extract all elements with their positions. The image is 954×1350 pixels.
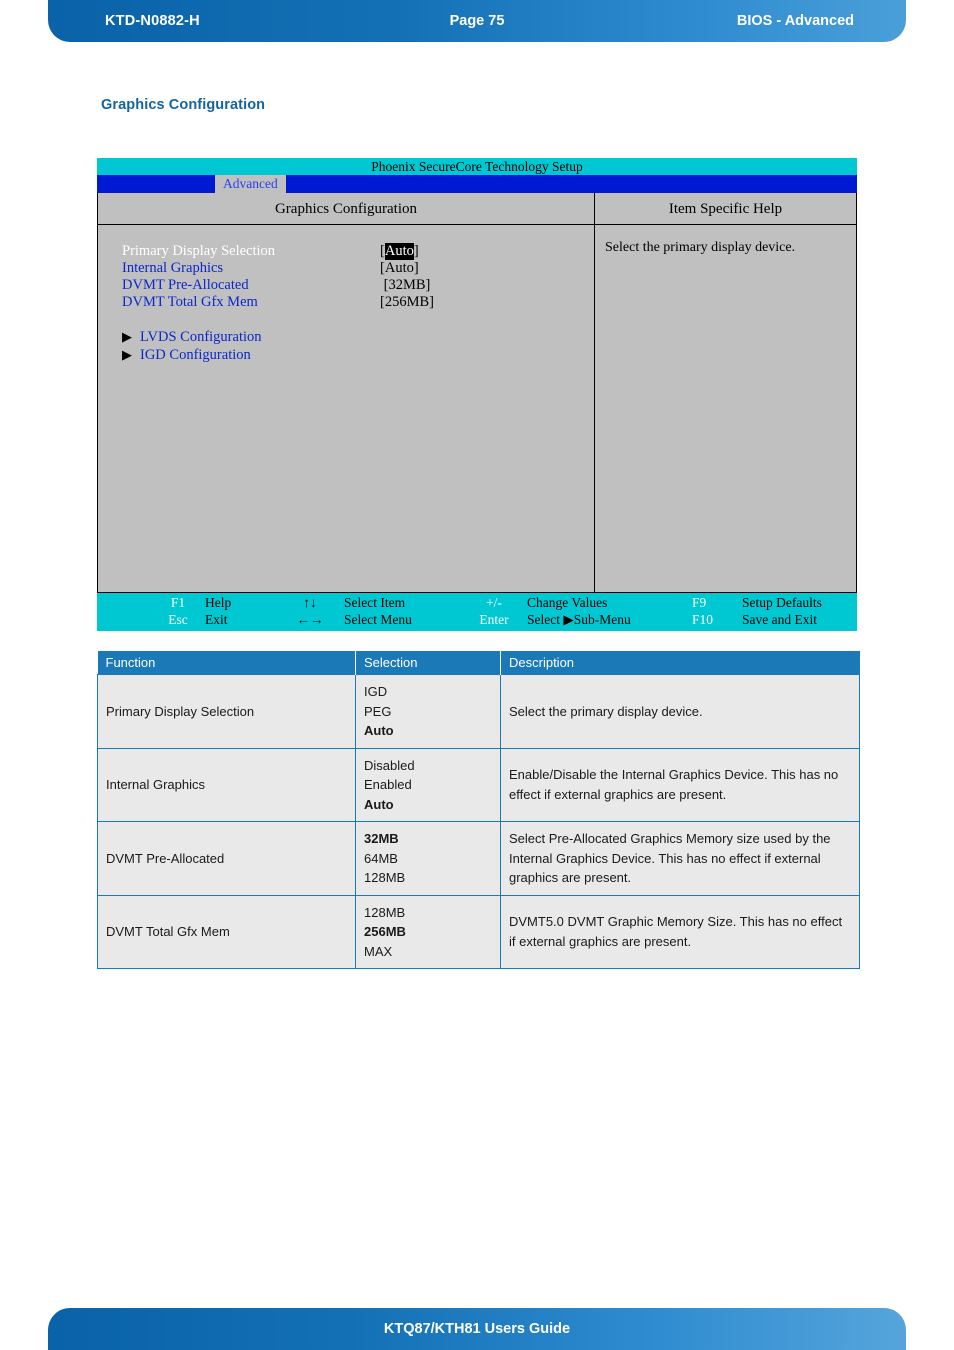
table-header-row: Function Selection Description — [97, 651, 860, 675]
settings-reference-table: Function Selection Description Primary D… — [97, 651, 860, 969]
footer-guide-title: KTQ87/KTH81 Users Guide — [383, 1321, 571, 1337]
bracket-close: ] — [429, 294, 435, 310]
page-header: KTD-N0882-H Page 75 BIOS - Advanced — [48, 0, 906, 42]
selection-option: 64MB — [364, 850, 398, 866]
page-footer: KTQ87/KTH81 Users Guide — [48, 1308, 906, 1350]
bios-setting-value[interactable]: 256MB — [385, 294, 429, 311]
bios-key-f9[interactable]: F9 — [692, 595, 732, 611]
bios-key-enter[interactable]: Enter — [469, 612, 519, 628]
bios-setting-label: DVMT Pre-Allocated — [122, 277, 249, 293]
bios-settings-pane: Graphics Configuration Primary Display S… — [98, 193, 595, 592]
bios-settings-list: Primary Display Selection [Auto] Internal… — [98, 225, 594, 365]
bios-tab-advanced[interactable]: Advanced — [215, 175, 286, 193]
bios-body: Graphics Configuration Primary Display S… — [97, 193, 857, 593]
column-header-function: Function — [97, 651, 356, 675]
bios-settings-header: Graphics Configuration — [98, 193, 594, 225]
bios-submenu-igd-configuration[interactable]: ▶ IGD Configuration — [122, 347, 594, 365]
table-row: DVMT Pre-Allocated 32MB 64MB 128MB Selec… — [97, 821, 860, 896]
bios-setting-label: DVMT Total Gfx Mem — [122, 294, 258, 310]
bios-title-bar: Phoenix SecureCore Technology Setup — [97, 158, 857, 175]
cell-description: Select Pre-Allocated Graphics Memory siz… — [500, 821, 860, 896]
selection-option: 128MB — [364, 870, 406, 885]
bios-function-key-bar: F1 Help ↑↓ Select Item +/- Change Values… — [97, 593, 857, 631]
cell-selection: IGD PEG Auto — [355, 674, 501, 749]
table-row: DVMT Total Gfx Mem 128MB 256MB MAX DVMT5… — [97, 894, 860, 969]
bios-setting-value[interactable]: 32MB — [388, 277, 425, 294]
bios-action-help: Help — [205, 595, 232, 610]
bios-key-esc[interactable]: Esc — [152, 612, 204, 628]
bios-action-change-values: Change Values — [527, 595, 608, 610]
cell-selection: Disabled Enabled Auto — [355, 747, 501, 822]
cell-description: DVMT5.0 DVMT Graphic Memory Size. This h… — [500, 894, 860, 969]
bios-action-select-submenu: Select ▶Sub-Menu — [527, 612, 631, 627]
triangle-right-icon: ▶ — [122, 347, 132, 362]
bios-setting-dvmt-total-gfx-mem[interactable]: DVMT Total Gfx Mem [256MB] — [122, 294, 594, 311]
selection-option-default: Auto — [364, 723, 394, 738]
bios-submenu-label: LVDS Configuration — [140, 329, 262, 345]
selection-option: Enabled — [364, 777, 412, 792]
bios-submenu-lvds-configuration[interactable]: ▶ LVDS Configuration — [122, 329, 594, 347]
table-row: Internal Graphics Disabled Enabled Auto … — [97, 747, 860, 822]
bios-action-select-menu: Select Menu — [344, 612, 412, 627]
bios-setting-label: Primary Display Selection — [122, 243, 276, 259]
bios-setting-value[interactable]: Auto — [385, 260, 414, 277]
bios-setting-internal-graphics[interactable]: Internal Graphics [Auto] — [122, 260, 594, 277]
cell-description: Enable/Disable the Internal Graphics Dev… — [500, 747, 860, 822]
cell-description: Select the primary display device. — [500, 674, 860, 749]
cell-selection: 128MB 256MB MAX — [355, 894, 501, 969]
arrow-up-down-icon: ↑↓ — [303, 595, 317, 610]
header-section-title: BIOS - Advanced — [736, 13, 854, 29]
column-header-description: Description — [500, 651, 860, 675]
bios-key-plus-minus[interactable]: +/- — [469, 595, 519, 611]
bios-menu-bar: Advanced — [97, 175, 857, 193]
table-body: Primary Display Selection IGD PEG Auto S… — [97, 674, 860, 969]
bios-submenu-list: ▶ LVDS Configuration ▶ IGD Configuration — [122, 329, 594, 365]
bios-action-select-item: Select Item — [344, 595, 406, 610]
bracket-close: ] — [413, 260, 419, 276]
column-header-selection: Selection — [355, 651, 501, 675]
bios-action-exit: Exit — [205, 612, 228, 627]
table-row: Primary Display Selection IGD PEG Auto S… — [97, 674, 860, 749]
bios-action-setup-defaults: Setup Defaults — [742, 595, 822, 610]
bios-setup-screenshot: Phoenix SecureCore Technology Setup Adva… — [97, 158, 857, 631]
bios-setting-value[interactable]: Auto — [384, 243, 414, 260]
bios-setting-label: Internal Graphics — [122, 260, 224, 276]
selection-option: IGD — [364, 684, 388, 699]
bios-help-text: Select the primary display device. — [605, 240, 796, 255]
bios-setting-dvmt-pre-allocated[interactable]: DVMT Pre-Allocated [32MB] — [122, 277, 594, 294]
bios-key-f10[interactable]: F10 — [692, 612, 732, 628]
bios-key-f1[interactable]: F1 — [152, 595, 204, 611]
cell-selection: 32MB 64MB 128MB — [355, 821, 501, 896]
selection-option-default: 32MB — [364, 831, 399, 846]
bios-action-save-and-exit: Save and Exit — [742, 612, 817, 627]
bios-submenu-label: IGD Configuration — [140, 347, 251, 363]
bios-setting-primary-display-selection[interactable]: Primary Display Selection [Auto] — [122, 243, 594, 260]
selection-option-default: 256MB — [364, 924, 406, 939]
selection-option-default: Auto — [364, 796, 394, 812]
bracket-close: ] — [413, 243, 419, 259]
selection-option: 128MB — [364, 904, 406, 920]
bracket-open: [ — [380, 277, 389, 293]
cell-function: DVMT Total Gfx Mem — [97, 894, 356, 969]
selection-option: Disabled — [364, 757, 415, 773]
selection-option: PEG — [364, 703, 392, 719]
bios-help-pane: Item Specific Help Select the primary di… — [595, 193, 856, 592]
selection-option: MAX — [364, 943, 393, 959]
triangle-right-icon: ▶ — [122, 329, 132, 344]
bios-help-header: Item Specific Help — [595, 193, 856, 225]
cell-function: Primary Display Selection — [97, 674, 356, 749]
page-title: Graphics Configuration — [101, 97, 266, 113]
cell-function: DVMT Pre-Allocated — [97, 821, 356, 896]
cell-function: Internal Graphics — [97, 747, 356, 822]
arrow-left-right-icon: ←→ — [296, 612, 324, 627]
bracket-close: ] — [425, 277, 431, 293]
